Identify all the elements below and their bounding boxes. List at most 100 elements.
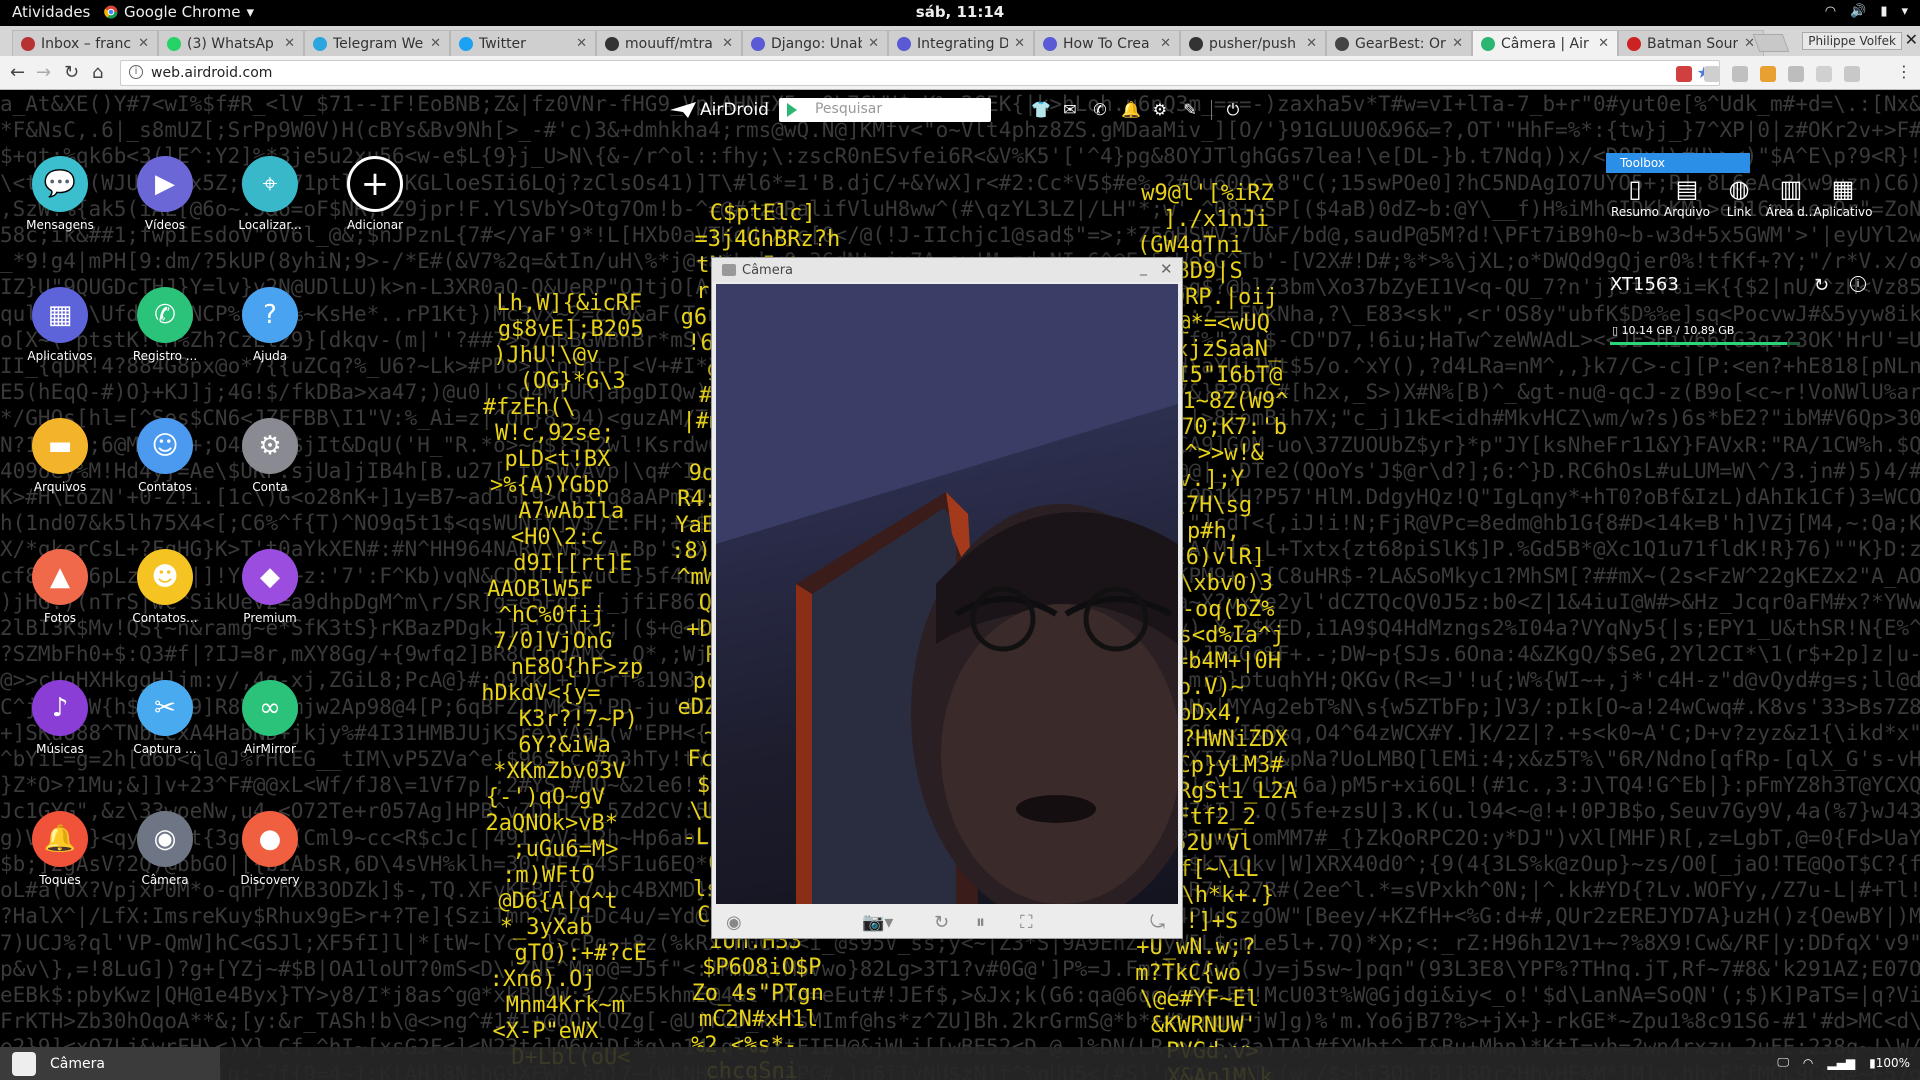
browser-tab[interactable]: Django: Unab ✕ — [742, 30, 888, 56]
toolbox-item[interactable]: ▥ Área d... — [1761, 153, 1821, 219]
camera-window[interactable]: Câmera _ ✕ ◉ 📷▾ ↻ ⏸ ⛶ ⤿ — [711, 257, 1183, 939]
browser-tab[interactable]: pusher/push ✕ — [1180, 30, 1326, 56]
home-icon[interactable]: ⌂ — [92, 62, 103, 83]
address-bar[interactable]: i web.airdroid.com ★ — [120, 60, 1720, 86]
extension-icon[interactable] — [1760, 66, 1776, 82]
browser-tab[interactable]: Integrating D ✕ — [888, 30, 1034, 56]
app-mensagens[interactable]: 💬 Mensagens — [10, 156, 110, 232]
extension-icon[interactable] — [1844, 66, 1860, 82]
app-contatos[interactable]: ☺ Contatos — [115, 418, 215, 494]
toolbox-item[interactable]: ◍ Link — [1709, 153, 1769, 219]
bell-icon[interactable]: 🔔 — [1121, 101, 1141, 119]
app-aplicativos[interactable]: ▦ Aplicativos — [10, 287, 110, 363]
browser-tab[interactable]: mouuff/mtra ✕ — [596, 30, 742, 56]
browser-tab[interactable]: Inbox – franc ✕ — [12, 30, 158, 56]
app-localizar[interactable]: ⌖ Localizar... — [220, 156, 320, 232]
browser-tab[interactable]: Batman Sour ✕ — [1618, 30, 1764, 56]
download-icon[interactable] — [1732, 66, 1748, 82]
camera-window-titlebar[interactable]: Câmera _ ✕ — [712, 258, 1182, 282]
activities-button[interactable]: Atividades — [12, 3, 90, 21]
mail-icon[interactable]: ✉ — [1061, 101, 1079, 119]
app-menu-label: Google Chrome — [124, 3, 241, 21]
extension-icon[interactable] — [1704, 66, 1720, 82]
extension-icon[interactable] — [1788, 66, 1804, 82]
menu-icon[interactable]: ⋮ — [1896, 62, 1912, 81]
app-menu[interactable]: Google Chrome ▾ — [104, 3, 254, 21]
app-toques[interactable]: 🔔 Toques — [10, 811, 110, 887]
app-discovery[interactable]: ● Discovery — [220, 811, 320, 887]
favicon-icon — [1043, 36, 1057, 51]
rotate-icon[interactable]: ↻ — [934, 912, 949, 933]
app-label: AirMirror — [244, 742, 296, 756]
browser-tab[interactable]: Twitter ✕ — [450, 30, 596, 56]
close-tab-icon[interactable]: ✕ — [1306, 36, 1317, 51]
power-icon[interactable]: ⏻ — [1224, 101, 1242, 119]
toolbox-item[interactable]: ▦ Aplicativo — [1813, 153, 1873, 219]
system-status[interactable]: ◠ 🔊 ▮ ▾ — [1825, 4, 1908, 19]
app-adicionar[interactable]: + Adicionar — [325, 156, 425, 232]
browser-tab[interactable]: Câmera | Air ✕ — [1472, 30, 1618, 56]
info-icon[interactable]: i — [129, 65, 143, 79]
close-icon[interactable]: ✕ — [1160, 260, 1173, 278]
taskbar-camera-button[interactable]: Câmera — [0, 1047, 220, 1080]
app-contatos[interactable]: ☻ Contatos... — [115, 549, 215, 625]
close-tab-icon[interactable]: ✕ — [1452, 36, 1463, 51]
app-vídeos[interactable]: ▶ Vídeos — [115, 156, 215, 232]
close-tab-icon[interactable]: ✕ — [868, 36, 879, 51]
app-airmirror[interactable]: ∞ AirMirror — [220, 680, 320, 756]
extension-icon[interactable] — [1676, 66, 1692, 82]
app-registro[interactable]: ✆ Registro ... — [115, 287, 215, 363]
favicon-icon — [459, 36, 473, 51]
close-tab-icon[interactable]: ✕ — [1014, 36, 1025, 51]
close-tab-icon[interactable]: ✕ — [576, 36, 587, 51]
app-câmera[interactable]: ◉ Câmera — [115, 811, 215, 887]
app-label: Contatos — [138, 480, 192, 494]
close-icon[interactable]: ✕ — [1905, 30, 1918, 49]
browser-tab[interactable]: Telegram We ✕ — [304, 30, 450, 56]
close-tab-icon[interactable]: ✕ — [138, 36, 149, 51]
new-tab-button[interactable] — [1752, 34, 1790, 52]
close-tab-icon[interactable]: ✕ — [1598, 36, 1609, 51]
screen-rotate-icon[interactable]: ⤿ — [1150, 912, 1165, 933]
screen-icon[interactable]: 🖵 — [1777, 1055, 1789, 1070]
browser-tab[interactable]: (3) WhatsAp ✕ — [158, 30, 304, 56]
clock[interactable]: sáb, 11:14 — [916, 3, 1004, 21]
app-conta[interactable]: ⚙ Conta — [220, 418, 320, 494]
close-tab-icon[interactable]: ✕ — [1160, 36, 1171, 51]
refresh-icon[interactable]: ↻ — [1814, 275, 1829, 296]
close-tab-icon[interactable]: ✕ — [430, 36, 441, 51]
pencil-icon[interactable]: ✎ — [1181, 101, 1199, 119]
snapshot-icon[interactable]: 📷▾ — [862, 912, 893, 933]
toolbox-item[interactable]: ▯ Resumo — [1605, 153, 1665, 219]
app-captura[interactable]: ✂ Captura ... — [115, 680, 215, 756]
gear-icon[interactable]: ⚙ — [1151, 101, 1169, 119]
tab-title: Django: Unab — [771, 35, 863, 52]
toolbox-item[interactable]: ▤ Arquivo — [1657, 153, 1717, 219]
search-input[interactable]: Pesquisar — [778, 98, 991, 122]
back-icon[interactable]: ← — [10, 62, 25, 83]
close-tab-icon[interactable]: ✕ — [284, 36, 295, 51]
close-tab-icon[interactable]: ✕ — [722, 36, 733, 51]
info-icon[interactable]: i — [1850, 276, 1866, 292]
storage-bar-fill — [1610, 342, 1787, 345]
phone-icon[interactable]: ✆ — [1091, 101, 1109, 119]
forward-icon[interactable]: → — [36, 62, 51, 83]
device-name: XT1563 — [1610, 274, 1679, 295]
pause-icon[interactable]: ⏸ — [976, 912, 985, 933]
tab-title: Twitter — [479, 35, 526, 52]
app-fotos[interactable]: ▲ Fotos — [10, 549, 110, 625]
app-arquivos[interactable]: ▬ Arquivos — [10, 418, 110, 494]
app-premium[interactable]: ◆ Premium — [220, 549, 320, 625]
browser-tab[interactable]: GearBest: Or ✕ — [1326, 30, 1472, 56]
gear-icon: ⚙ — [242, 418, 298, 474]
app-ajuda[interactable]: ? Ajuda — [220, 287, 320, 363]
shirt-icon[interactable]: 👕 — [1031, 101, 1051, 119]
minimize-icon[interactable]: _ — [1140, 260, 1147, 276]
profile-button[interactable]: Philippe Volfek — [1802, 32, 1902, 50]
reload-icon[interactable]: ↻ — [64, 62, 79, 83]
fullscreen-icon[interactable]: ⛶ — [1020, 912, 1033, 933]
switch-camera-icon[interactable]: ◉ — [726, 912, 742, 933]
browser-tab[interactable]: How To Crea ✕ — [1034, 30, 1180, 56]
app-músicas[interactable]: ♪ Músicas — [10, 680, 110, 756]
extension-icon[interactable] — [1816, 66, 1832, 82]
